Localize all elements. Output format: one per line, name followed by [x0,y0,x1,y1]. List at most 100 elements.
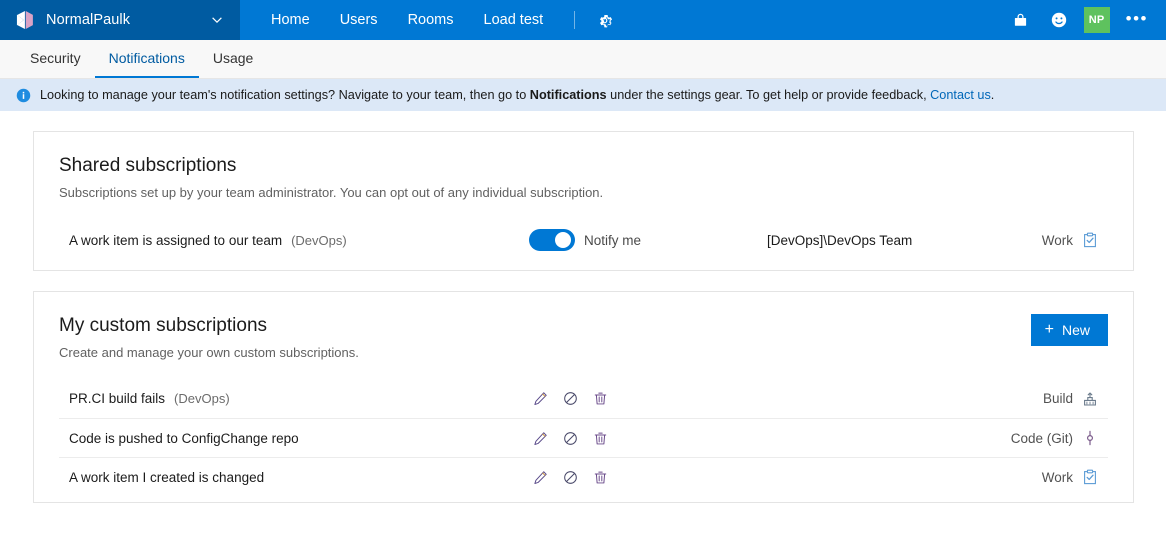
git-commit-icon [1086,430,1094,446]
custom-card-title: My custom subscriptions [59,315,268,336]
header-actions: NP ••• [1004,0,1166,40]
circle-slash-glyph [563,470,577,484]
work-item-icon [1084,469,1096,485]
custom-subscription-list: PR.CI build fails (DevOps) Build Code is… [34,379,1133,502]
table-row[interactable]: PR.CI build fails (DevOps) Build [59,379,1108,418]
table-row[interactable]: A work item is assigned to our team (Dev… [59,220,1108,260]
marketplace-button[interactable] [1004,0,1038,40]
custom-row-category-cell: Build [978,391,1108,407]
subscription-scope: (DevOps) [291,232,347,248]
custom-card-header: My custom subscriptions Create and manag… [34,292,1133,362]
banner-text-part-3: . [990,88,995,102]
custom-row-description-cell: A work item I created is changed [59,470,529,485]
circle-slash-glyph [563,392,577,405]
subscription-description: A work item is assigned to our team [69,232,283,248]
tab-security[interactable]: Security [16,40,95,78]
top-header-bar: NormalPaulk Home Users Rooms Load test N… [0,0,1166,40]
banner-bold-notifications: Notifications [529,88,607,102]
nav-item-rooms[interactable]: Rooms [393,0,469,40]
info-icon [16,88,31,102]
custom-row-actions-cell [529,427,759,449]
shared-card-title: Shared subscriptions [59,155,237,176]
tab-usage[interactable]: Usage [199,40,267,78]
trash-glyph [594,392,606,405]
smiley-face-icon [1051,12,1066,28]
user-avatar[interactable]: NP [1083,7,1110,33]
subscription-description: PR.CI build fails [69,391,166,406]
subscription-category: Build [1042,391,1073,406]
tab-notifications[interactable]: Notifications [94,40,199,78]
shared-subscription-list: A work item is assigned to our team (Dev… [34,220,1133,270]
settings-button[interactable] [587,0,621,40]
nav-divider [574,11,576,29]
notify-me-toggle[interactable] [529,229,575,251]
custom-row-actions-cell [529,466,759,488]
chevron-down-icon [212,17,222,24]
table-row[interactable]: Code is pushed to ConfigChange repo Code… [59,418,1108,457]
custom-row-category-cell: Work [978,469,1108,485]
organization-selector[interactable]: NormalPaulk [0,0,240,40]
subscription-description: Code is pushed to ConfigChange repo [69,430,299,446]
banner-text-part-2: under the settings gear. To get help or … [606,88,931,102]
disable-icon[interactable] [559,388,581,410]
subscription-description: A work item I created is changed [69,469,265,485]
disable-icon[interactable] [559,427,581,449]
pencil-glyph [533,470,547,484]
edit-icon[interactable] [529,427,551,449]
work-item-icon [1084,232,1096,248]
row-actions [529,427,611,449]
toggle-knob [555,232,571,248]
edit-icon[interactable] [529,466,551,488]
info-banner: Looking to manage your team's notificati… [0,79,1166,111]
custom-row-description-cell: PR.CI build fails (DevOps) [59,391,529,406]
disable-icon[interactable] [559,466,581,488]
custom-card-subtitle: Create and manage your own custom subscr… [59,345,359,360]
shared-row-description-cell: A work item is assigned to our team (Dev… [59,233,529,248]
new-subscription-button[interactable]: + New [1030,314,1108,346]
shared-card-header: Shared subscriptions Subscriptions set u… [34,132,1133,202]
table-row[interactable]: A work item I created is changed Work [59,457,1108,496]
azure-devops-logo-icon [16,11,33,29]
banner-text-part-1: Looking to manage your team's notificati… [40,88,530,102]
custom-row-category-cell: Code (Git) [978,430,1108,446]
nav-item-load-test[interactable]: Load test [469,0,559,40]
custom-subscriptions-card: My custom subscriptions Create and manag… [33,291,1134,503]
row-actions [529,388,611,410]
build-icon [1084,391,1096,406]
notify-me-label: Notify me [584,232,642,248]
main-navigation: Home Users Rooms Load test [240,0,621,40]
pencil-glyph [533,392,547,405]
gear-icon [599,14,612,27]
subscription-category: Code (Git) [1010,430,1073,446]
subscription-category: Work [1041,232,1073,248]
more-options-button[interactable]: ••• [1120,10,1158,31]
nav-item-home[interactable]: Home [256,0,325,40]
delete-icon[interactable] [589,388,611,410]
pencil-glyph [533,431,547,445]
shared-row-category-cell: Work [978,232,1108,248]
new-button-label: New [1061,322,1090,338]
shopping-bag-icon [1015,13,1027,26]
delete-icon[interactable] [589,466,611,488]
edit-icon[interactable] [529,388,551,410]
trash-glyph [594,471,606,483]
circle-slash-glyph [563,431,577,445]
row-actions [529,466,611,488]
shared-row-toggle-cell: Notify me [529,229,759,251]
contact-us-link[interactable]: Contact us [930,88,991,102]
plus-icon: + [1044,321,1054,338]
trash-glyph [594,432,606,444]
subscription-category: Work [1041,469,1073,485]
organization-name: NormalPaulk [46,12,131,28]
shared-subscriptions-card: Shared subscriptions Subscriptions set u… [33,131,1134,271]
shared-card-subtitle: Subscriptions set up by your team admini… [59,185,604,200]
info-banner-text: Looking to manage your team's notificati… [40,86,994,104]
feedback-button[interactable] [1042,0,1076,40]
nav-item-users[interactable]: Users [325,0,393,40]
custom-row-actions-cell [529,388,759,410]
settings-tab-strip: Security Notifications Usage [0,40,1166,79]
delete-icon[interactable] [589,427,611,449]
subscription-team: [DevOps]\DevOps Team [767,232,913,248]
notifications-page: Shared subscriptions Subscriptions set u… [0,111,1166,557]
subscription-scope: (DevOps) [174,391,230,406]
